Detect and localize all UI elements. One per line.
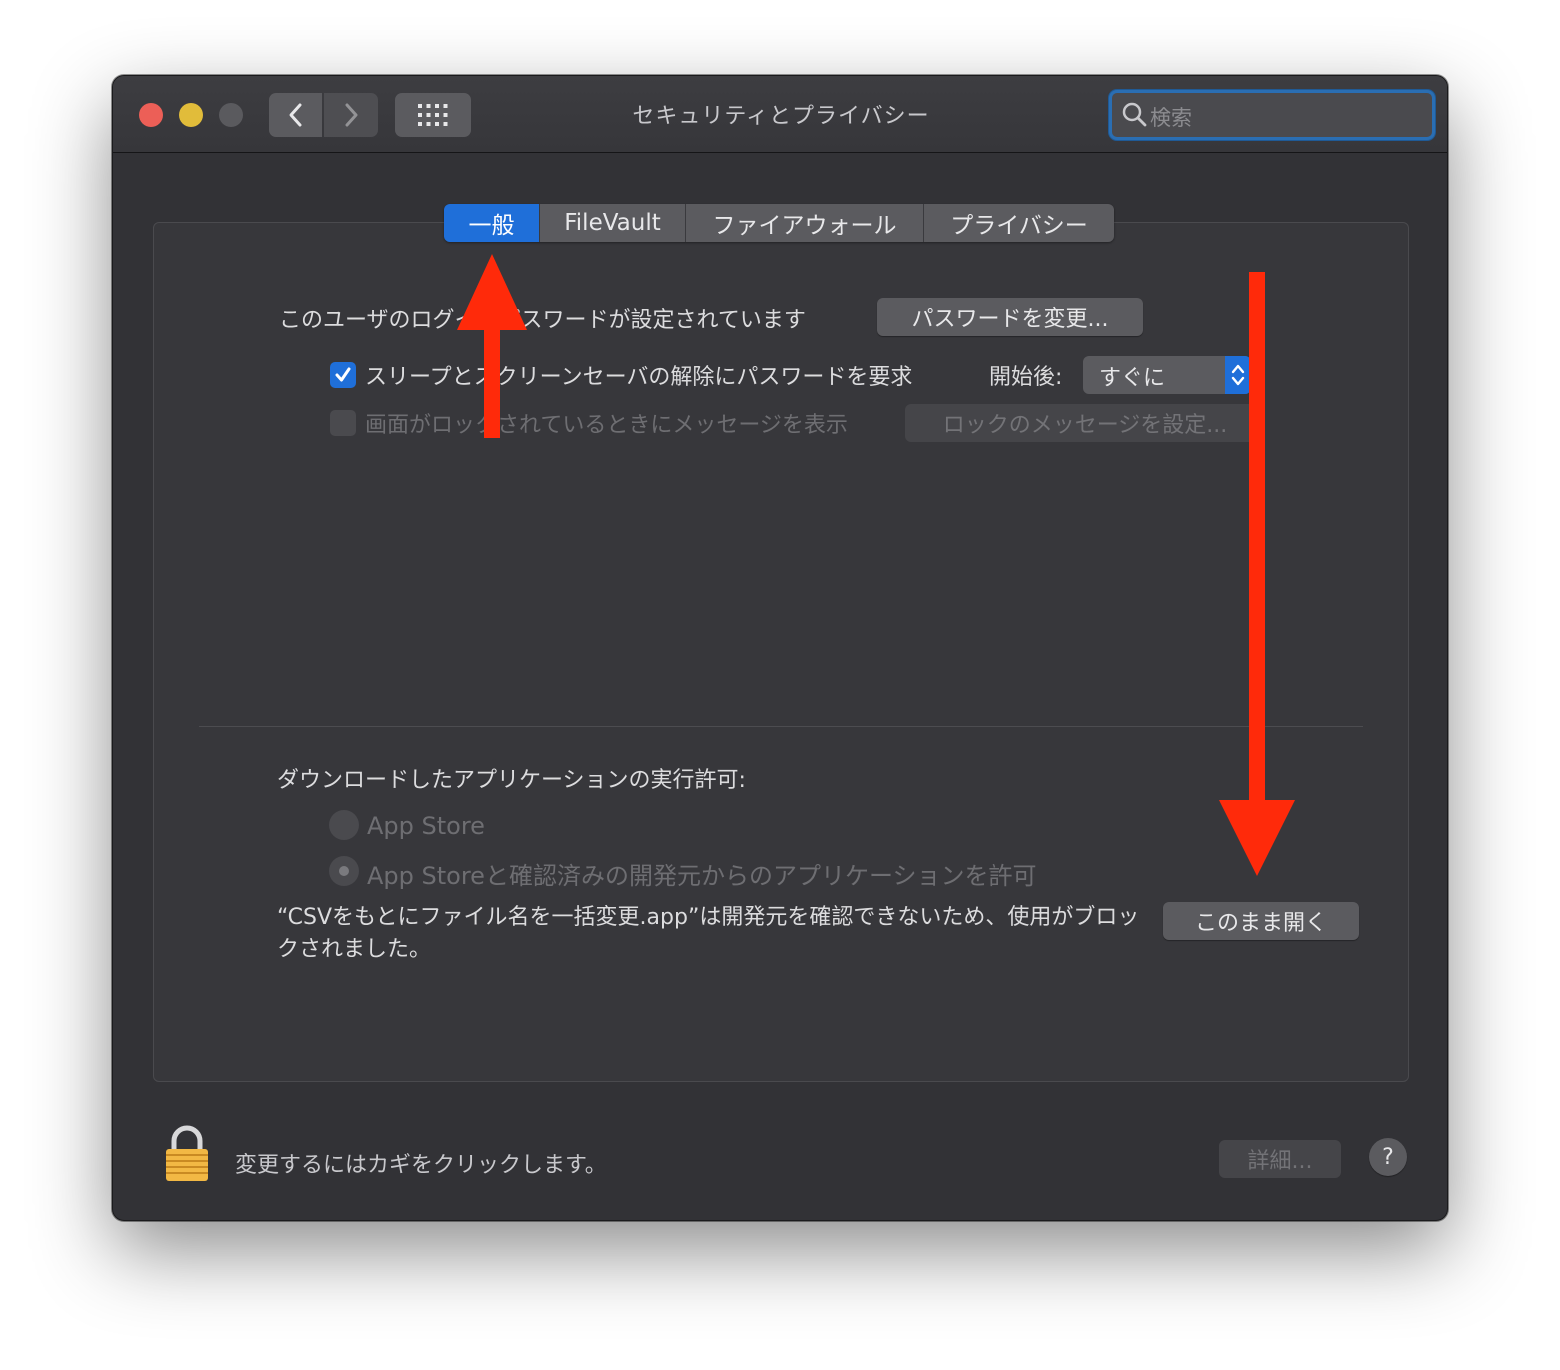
tab-bar: 一般 FileVault ファイアウォール プライバシー — [444, 204, 1114, 242]
close-window-button[interactable] — [139, 103, 163, 127]
grid-icon — [418, 104, 448, 126]
password-delay-popup[interactable]: すぐに — [1083, 356, 1251, 394]
downloads-heading: ダウンロードしたアプリケーションの実行許可: — [277, 768, 746, 793]
checkmark-icon — [335, 367, 351, 382]
radio-selected-dot — [339, 866, 349, 876]
lock-hint-text: 変更するにはカギをクリックします。 — [235, 1153, 607, 1178]
search-icon — [1122, 102, 1148, 132]
tab-general[interactable]: 一般 — [444, 204, 540, 242]
radio-app-store-and-identified[interactable] — [329, 856, 359, 886]
tab-privacy[interactable]: プライバシー — [924, 204, 1114, 242]
help-button[interactable]: ? — [1369, 1138, 1407, 1176]
radio-app-store-and-identified-label: App Storeと確認済みの開発元からのアプリケーションを許可 — [367, 862, 1037, 890]
chevron-left-icon — [289, 103, 301, 127]
radio-app-store-label: App Store — [367, 812, 485, 840]
advanced-button[interactable]: 詳細... — [1219, 1140, 1341, 1178]
up-down-arrows-icon — [1225, 356, 1251, 394]
after-label: 開始後: — [989, 365, 1063, 390]
zoom-window-button[interactable] — [219, 103, 243, 127]
tab-filevault[interactable]: FileVault — [540, 204, 686, 242]
open-anyway-button[interactable]: このまま開く — [1163, 902, 1359, 940]
login-password-text: このユーザのログインパスワードが設定されています — [279, 308, 806, 333]
require-password-label: スリープとスクリーンセーバの解除にパスワードを要求 — [365, 365, 913, 390]
tab-firewall[interactable]: ファイアウォール — [686, 204, 924, 242]
forward-button[interactable] — [324, 93, 378, 137]
change-password-button[interactable]: パスワードを変更... — [877, 298, 1143, 336]
section-divider — [199, 726, 1363, 727]
back-button[interactable] — [269, 93, 322, 137]
search-field[interactable]: 検索 — [1109, 90, 1435, 140]
chevron-right-icon — [345, 103, 358, 127]
blocked-app-message: “CSVをもとにファイル名を一括変更.app”は開発元を確認できないため、使用が… — [277, 905, 1140, 962]
lock-message-label: 画面がロックされているときにメッセージを表示 — [365, 413, 848, 438]
search-placeholder: 検索 — [1150, 106, 1192, 130]
show-all-button[interactable] — [395, 93, 471, 137]
set-lock-message-button[interactable]: ロックのメッセージを設定... — [905, 404, 1265, 442]
lock-message-checkbox[interactable] — [330, 410, 356, 436]
password-delay-value: すぐに — [1099, 366, 1166, 391]
require-password-checkbox[interactable] — [330, 362, 356, 388]
minimize-window-button[interactable] — [179, 103, 203, 127]
preferences-window: セキュリティとプライバシー 検索 一般 FileVault ファイアウォール プ… — [112, 75, 1448, 1221]
titlebar: セキュリティとプライバシー 検索 — [113, 76, 1447, 153]
lock-icon[interactable] — [163, 1124, 211, 1188]
window-title: セキュリティとプライバシー — [632, 104, 930, 129]
radio-app-store[interactable] — [329, 810, 359, 840]
